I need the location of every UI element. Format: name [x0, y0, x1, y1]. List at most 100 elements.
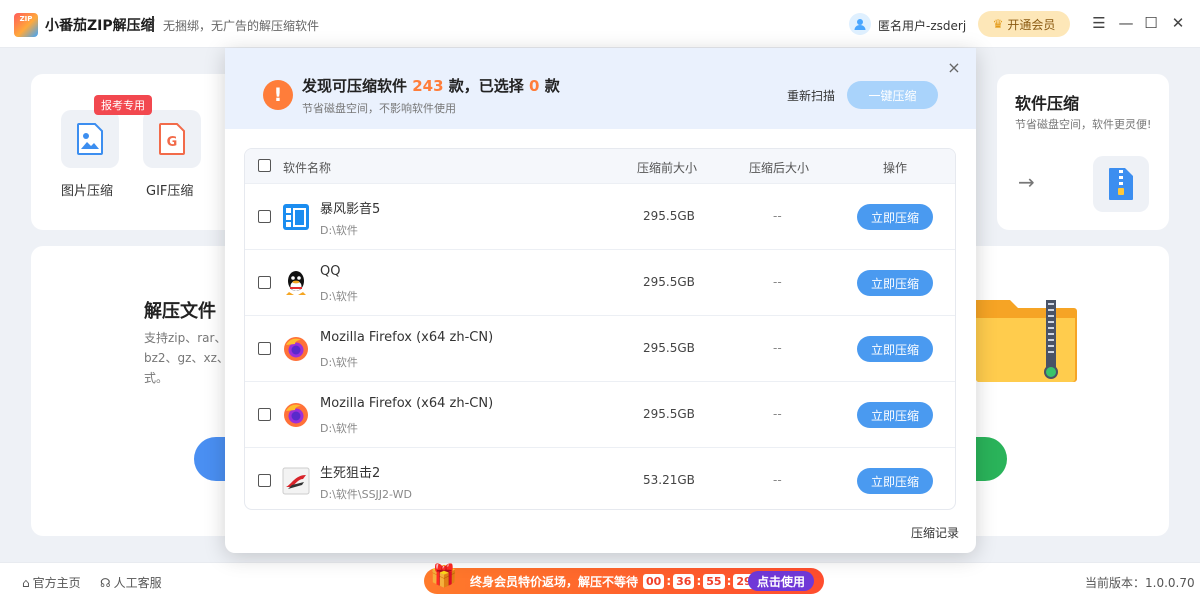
select-all-checkbox[interactable] [258, 159, 271, 172]
size-before: 53.21GB [643, 473, 695, 487]
promo-use-button[interactable]: 点击使用 [748, 571, 814, 591]
selected-count: 0 [529, 77, 540, 95]
size-after: -- [773, 473, 782, 487]
table-header: 软件名称 压缩前大小 压缩后大小 操作 [245, 149, 955, 183]
close-window-icon[interactable]: ✕ [1168, 13, 1188, 33]
col-after: 压缩后大小 [749, 161, 810, 175]
row-checkbox[interactable] [258, 474, 271, 487]
table-row: QQ D:\软件 295.5GB -- 立即压缩 [245, 249, 955, 315]
svg-text:G: G [167, 135, 178, 150]
user-avatar-icon[interactable] [849, 13, 871, 35]
table-row: 生死狙击2 D:\软件\SSJJ2-WD 53.21GB -- 立即压缩 [245, 447, 955, 509]
dialog-subtitle: 节省磁盘空间，不影响软件使用 [302, 102, 456, 115]
menu-icon[interactable]: ☰ [1089, 13, 1109, 33]
size-after: -- [773, 341, 782, 355]
row-checkbox[interactable] [258, 210, 271, 223]
exam-badge: 报考专用 [94, 95, 152, 115]
user-name[interactable]: 匿名用户-zsderj [878, 17, 966, 34]
official-home-label: 官方主页 [32, 576, 81, 590]
zip-archive-tile [1093, 156, 1149, 212]
size-before: 295.5GB [643, 341, 695, 355]
software-name: Mozilla Firefox (x64 zh-CN) [320, 330, 494, 345]
table-row: 暴风影音5 D:\软件 295.5GB -- 立即压缩 [245, 183, 955, 249]
gif-compress-tile[interactable]: G [143, 110, 201, 168]
close-icon[interactable]: × [945, 58, 963, 77]
headset-icon: ☊ [100, 575, 111, 590]
firefox-icon [282, 401, 310, 429]
size-after: -- [773, 275, 782, 289]
countdown-timer: 00:36:55:291 [642, 573, 763, 589]
timer-hours: 00 [643, 573, 665, 589]
vip-label: 开通会员 [1007, 17, 1056, 32]
arrow-right-icon: → [1018, 170, 1035, 194]
unzip-desc-line2: bz2、gz、xz、 [144, 351, 229, 365]
software-table: 软件名称 压缩前大小 压缩后大小 操作 暴风影音5 D:\软件 295.5GB … [244, 148, 956, 510]
title-bar: ZIP 小番茄ZIP解压缩 无捆绑，无广告的解压缩软件 匿名用户-zsderj … [0, 0, 1200, 48]
timer-seconds: 55 [703, 573, 725, 589]
compress-now-button[interactable]: 立即压缩 [857, 204, 933, 230]
software-compress-title: 软件压缩 [1015, 94, 1080, 113]
app-title: 小番茄ZIP解压缩 [45, 18, 155, 34]
official-home-link[interactable]: ⌂ 官方主页 [22, 574, 81, 591]
software-path: D:\软件 [320, 224, 358, 237]
col-name: 软件名称 [283, 161, 332, 175]
row-checkbox[interactable] [258, 276, 271, 289]
qq-icon [282, 269, 310, 297]
size-after: -- [773, 407, 782, 421]
software-path: D:\软件 [320, 290, 358, 303]
table-row: Mozilla Firefox (x64 zh-CN) D:\软件 295.5G… [245, 381, 955, 447]
zip-file-icon [1109, 168, 1133, 200]
vip-button[interactable]: ♛ 开通会员 [978, 11, 1070, 37]
gif-compress-label[interactable]: GIF压缩 [146, 180, 193, 199]
gif-icon: G [159, 123, 185, 155]
compress-now-button[interactable]: 立即压缩 [857, 402, 933, 428]
promo-text: 终身会员特价返场，解压不等待 [470, 574, 639, 589]
one-key-compress-button[interactable]: 一键压缩 [847, 81, 938, 109]
version-label: 当前版本：1.0.0.70 [1085, 576, 1195, 590]
compress-now-button[interactable]: 立即压缩 [857, 270, 933, 296]
found-count: 243 [412, 77, 444, 95]
col-action: 操作 [883, 161, 908, 175]
size-before: 295.5GB [643, 209, 695, 223]
customer-service-link[interactable]: ☊ 人工客服 [100, 574, 162, 591]
software-name: 暴风影音5 [320, 202, 381, 217]
promo-banner[interactable]: 🎁 终身会员特价返场，解压不等待 00:36:55:291 点击使用 [424, 564, 824, 594]
unzip-title: 解压文件 [144, 301, 216, 322]
maximize-icon[interactable]: ☐ [1141, 13, 1161, 33]
col-before: 压缩前大小 [637, 161, 698, 175]
size-before: 295.5GB [643, 407, 695, 421]
software-name: 生死狙击2 [320, 466, 381, 481]
size-before: 295.5GB [643, 275, 695, 289]
rescan-button[interactable]: 重新扫描 [787, 87, 835, 104]
compress-history-link[interactable]: 压缩记录 [911, 524, 959, 541]
minimize-icon[interactable]: — [1116, 13, 1136, 33]
app-logo-icon: ZIP [14, 13, 38, 37]
row-checkbox[interactable] [258, 408, 271, 421]
image-icon [77, 123, 103, 155]
table-row: Mozilla Firefox (x64 zh-CN) D:\软件 295.5G… [245, 315, 955, 381]
compress-software-dialog: ! 发现可压缩软件 243 款，已选择 0 款 节省磁盘空间，不影响软件使用 重… [225, 48, 976, 553]
title-divider [152, 16, 154, 32]
software-path: D:\软件 [320, 422, 358, 435]
software-name: QQ [320, 264, 341, 279]
home-icon: ⌂ [22, 575, 30, 590]
compress-now-button[interactable]: 立即压缩 [857, 468, 933, 494]
gift-icon: 🎁 [430, 564, 458, 589]
image-compress-label[interactable]: 图片压缩 [61, 180, 113, 199]
image-compress-tile[interactable] [61, 110, 119, 168]
compress-now-button[interactable]: 立即压缩 [857, 336, 933, 362]
firefox-icon [282, 335, 310, 363]
crown-icon: ♛ [992, 17, 1004, 31]
unzip-desc-line3: 式。 [144, 371, 169, 385]
warning-icon: ! [263, 80, 293, 110]
software-path: D:\软件 [320, 356, 358, 369]
ssjj-icon [282, 467, 310, 495]
customer-service-label: 人工客服 [113, 576, 162, 590]
folder-zip-icon [976, 300, 1077, 382]
software-compress-desc: 节省磁盘空间，软件更灵便! [1015, 118, 1152, 131]
baofeng-icon [282, 203, 310, 231]
size-after: -- [773, 209, 782, 223]
app-subtitle: 无捆绑，无广告的解压缩软件 [163, 19, 320, 33]
software-path: D:\软件\SSJJ2-WD [320, 488, 412, 501]
row-checkbox[interactable] [258, 342, 271, 355]
